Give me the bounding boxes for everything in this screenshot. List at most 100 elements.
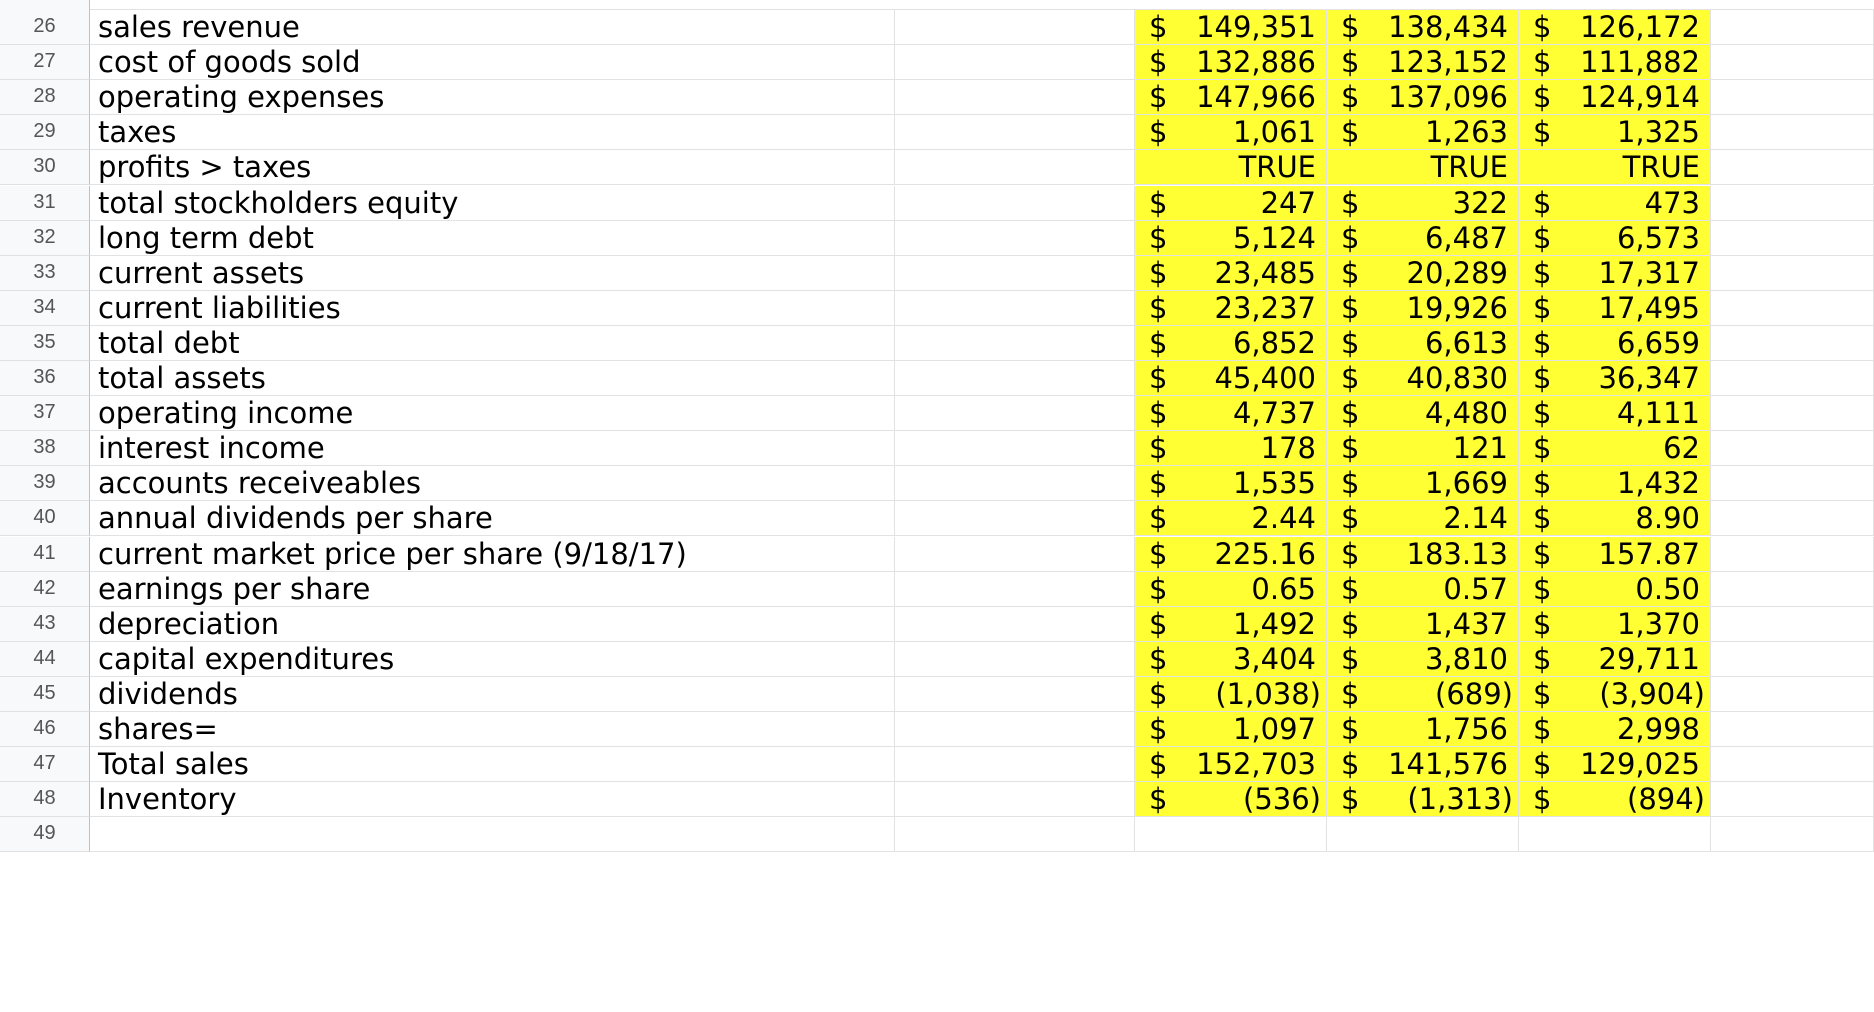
value-cell[interactable]: $1,097 bbox=[1135, 712, 1327, 748]
value-cell[interactable]: $23,237 bbox=[1135, 290, 1327, 326]
empty-cell[interactable] bbox=[1711, 501, 1874, 537]
label-cell[interactable]: operating income bbox=[90, 396, 895, 432]
value-cell[interactable]: TRUE bbox=[1135, 150, 1327, 186]
row-header[interactable]: 46 bbox=[0, 712, 90, 748]
empty-cell[interactable] bbox=[895, 536, 1135, 572]
value-cell[interactable]: $1,437 bbox=[1327, 606, 1519, 642]
row-header[interactable]: 37 bbox=[0, 396, 90, 432]
value-cell[interactable]: $138,434 bbox=[1327, 10, 1519, 46]
value-cell[interactable]: $6,852 bbox=[1135, 325, 1327, 361]
label-cell[interactable]: cost of goods sold bbox=[90, 45, 895, 81]
empty-cell[interactable] bbox=[1711, 220, 1874, 256]
label-cell[interactable]: taxes bbox=[90, 115, 895, 151]
empty-cell[interactable] bbox=[1711, 431, 1874, 467]
value-cell[interactable]: $178 bbox=[1135, 431, 1327, 467]
value-cell[interactable]: $36,347 bbox=[1519, 361, 1711, 397]
value-cell[interactable]: $ (3,904) bbox=[1519, 676, 1711, 712]
value-cell[interactable]: $3,810 bbox=[1327, 641, 1519, 677]
value-cell[interactable]: $45,400 bbox=[1135, 361, 1327, 397]
empty-cell[interactable] bbox=[1711, 817, 1874, 853]
value-cell[interactable]: $19,926 bbox=[1327, 290, 1519, 326]
empty-cell[interactable] bbox=[1711, 712, 1874, 748]
empty-cell[interactable] bbox=[895, 641, 1135, 677]
value-cell[interactable]: $0.57 bbox=[1327, 571, 1519, 607]
empty-cell[interactable] bbox=[895, 150, 1135, 186]
label-cell[interactable]: accounts receiveables bbox=[90, 466, 895, 502]
empty-cell[interactable] bbox=[895, 396, 1135, 432]
value-cell[interactable]: $23,485 bbox=[1135, 255, 1327, 291]
row-header[interactable]: 45 bbox=[0, 676, 90, 712]
value-cell[interactable]: $225.16 bbox=[1135, 536, 1327, 572]
label-cell[interactable]: Inventory bbox=[90, 782, 895, 818]
row-header[interactable]: 42 bbox=[0, 571, 90, 607]
value-cell[interactable]: $20,289 bbox=[1327, 255, 1519, 291]
label-cell[interactable]: shares= bbox=[90, 712, 895, 748]
value-cell[interactable]: $2,998 bbox=[1519, 712, 1711, 748]
empty-cell[interactable] bbox=[1711, 325, 1874, 361]
value-cell[interactable]: $ (689) bbox=[1327, 676, 1519, 712]
value-cell[interactable]: $0.65 bbox=[1135, 571, 1327, 607]
empty-cell[interactable] bbox=[895, 501, 1135, 537]
row-header[interactable]: 31 bbox=[0, 185, 90, 221]
label-cell[interactable]: current liabilities bbox=[90, 290, 895, 326]
row-header[interactable]: 39 bbox=[0, 466, 90, 502]
row-header[interactable]: 34 bbox=[0, 290, 90, 326]
label-cell[interactable]: Total sales bbox=[90, 747, 895, 783]
empty-cell[interactable] bbox=[1711, 606, 1874, 642]
empty-cell[interactable] bbox=[1711, 45, 1874, 81]
empty-cell[interactable] bbox=[1711, 571, 1874, 607]
empty-cell[interactable] bbox=[895, 782, 1135, 818]
empty-cell[interactable] bbox=[895, 80, 1135, 116]
label-cell[interactable]: depreciation bbox=[90, 606, 895, 642]
value-cell[interactable]: $4,737 bbox=[1135, 396, 1327, 432]
row-header[interactable]: 26 bbox=[0, 10, 90, 46]
row-header[interactable]: 38 bbox=[0, 431, 90, 467]
empty-cell[interactable] bbox=[895, 431, 1135, 467]
value-cell[interactable]: TRUE bbox=[1327, 150, 1519, 186]
value-cell[interactable]: $8.90 bbox=[1519, 501, 1711, 537]
empty-cell[interactable] bbox=[1711, 185, 1874, 221]
value-cell[interactable]: $247 bbox=[1135, 185, 1327, 221]
row-header[interactable]: 30 bbox=[0, 150, 90, 186]
value-cell[interactable]: $6,573 bbox=[1519, 220, 1711, 256]
value-cell[interactable]: $1,370 bbox=[1519, 606, 1711, 642]
empty-cell[interactable] bbox=[895, 571, 1135, 607]
empty-cell[interactable] bbox=[895, 10, 1135, 46]
row-header[interactable]: 40 bbox=[0, 501, 90, 537]
value-cell[interactable]: TRUE bbox=[1519, 150, 1711, 186]
value-cell[interactable]: $129,025 bbox=[1519, 747, 1711, 783]
value-cell[interactable]: $126,172 bbox=[1519, 10, 1711, 46]
label-cell[interactable]: total debt bbox=[90, 325, 895, 361]
empty-cell[interactable] bbox=[1711, 641, 1874, 677]
row-header[interactable]: 41 bbox=[0, 536, 90, 572]
row-header[interactable]: 43 bbox=[0, 606, 90, 642]
value-cell[interactable] bbox=[1135, 817, 1327, 853]
value-cell[interactable]: $123,152 bbox=[1327, 45, 1519, 81]
value-cell[interactable]: $40,830 bbox=[1327, 361, 1519, 397]
value-cell[interactable]: $1,756 bbox=[1327, 712, 1519, 748]
empty-cell[interactable] bbox=[895, 676, 1135, 712]
label-cell[interactable]: dividends bbox=[90, 676, 895, 712]
label-cell[interactable]: total assets bbox=[90, 361, 895, 397]
label-cell[interactable]: interest income bbox=[90, 431, 895, 467]
value-cell[interactable]: $29,711 bbox=[1519, 641, 1711, 677]
label-cell[interactable]: profits > taxes bbox=[90, 150, 895, 186]
label-cell[interactable]: current assets bbox=[90, 255, 895, 291]
empty-cell[interactable] bbox=[895, 606, 1135, 642]
empty-cell[interactable] bbox=[895, 466, 1135, 502]
row-header[interactable]: 28 bbox=[0, 80, 90, 116]
label-cell[interactable]: capital expenditures bbox=[90, 641, 895, 677]
row-header[interactable]: 44 bbox=[0, 641, 90, 677]
empty-cell[interactable] bbox=[895, 220, 1135, 256]
value-cell[interactable]: $6,487 bbox=[1327, 220, 1519, 256]
empty-cell[interactable] bbox=[1711, 747, 1874, 783]
label-cell[interactable]: current market price per share (9/18/17) bbox=[90, 536, 895, 572]
label-cell[interactable]: annual dividends per share bbox=[90, 501, 895, 537]
label-cell[interactable]: long term debt bbox=[90, 220, 895, 256]
value-cell[interactable]: $62 bbox=[1519, 431, 1711, 467]
value-cell[interactable]: $157.87 bbox=[1519, 536, 1711, 572]
row-header[interactable]: 33 bbox=[0, 255, 90, 291]
value-cell[interactable]: $1,061 bbox=[1135, 115, 1327, 151]
label-cell[interactable]: operating expenses bbox=[90, 80, 895, 116]
value-cell[interactable]: $147,966 bbox=[1135, 80, 1327, 116]
